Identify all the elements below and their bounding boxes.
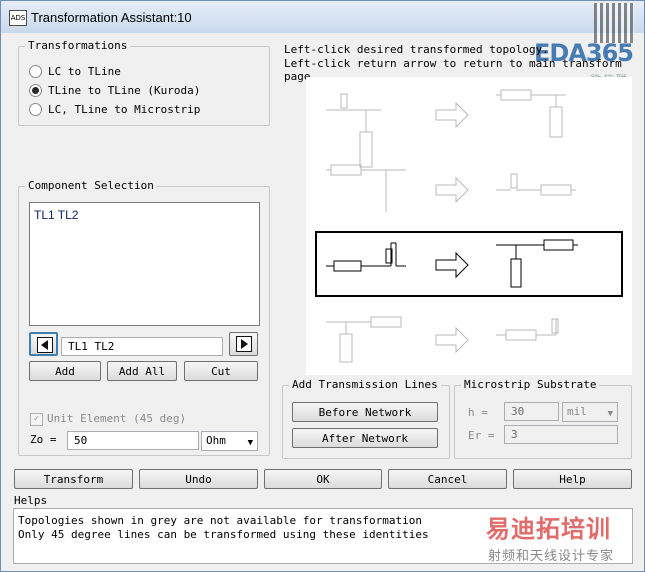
radio-circle-icon [29,102,42,116]
unit-element-checkbox[interactable]: ✓ [30,413,43,426]
radio-selected-icon [29,83,42,97]
microstrip-substrate-group: Microstrip Substrate [454,378,632,459]
qr-code-icon [594,3,634,43]
radio-tline-to-tline-kuroda[interactable]: TLine to TLine (Kuroda) [29,82,200,98]
watermark-training: 易迪拓培训 射频和天线设计专家 [486,515,615,564]
title-bar: ADS Transformation Assistant:10 EDA365 微… [1,1,644,102]
before-network-button[interactable]: Before Network [292,402,438,422]
zo-unit-select[interactable]: Ohm ▼ [201,431,258,451]
h-label: h = [468,406,488,419]
radio-lc-to-tline[interactable]: LC to TLine [29,63,121,79]
after-network-button[interactable]: After Network [292,428,438,448]
unit-element-label: Unit Element (45 deg) [47,412,187,425]
radio-lc-tline-to-microstrip[interactable]: LC, TLine to Microstrip [29,101,200,117]
move-left-button[interactable] [29,332,58,356]
component-listbox[interactable]: TL1 TL2 [29,202,260,326]
cut-button[interactable]: Cut [184,361,258,381]
topology-diagrams [315,89,623,363]
helps-label: Helps [14,494,48,507]
cancel-button[interactable]: Cancel [388,469,507,489]
add-all-button[interactable]: Add All [107,361,177,381]
help-line: Only 45 degree lines can be transformed … [18,528,429,541]
er-input[interactable]: 3 [504,425,618,444]
window-title: Transformation Assistant:10 [31,10,192,25]
chevron-down-icon: ▼ [607,409,613,419]
radio-circle-icon [29,64,42,78]
undo-button[interactable]: Undo [139,469,258,489]
transformation-assistant-window: ADS Transformation Assistant:10 EDA365 微… [0,0,645,572]
transformations-group: Transformations LC to TLine TLine to TLi… [18,39,270,126]
app-icon: ADS [9,10,27,26]
topology-canvas[interactable] [306,77,632,375]
selected-components-field[interactable]: TL1 TL2 [61,337,223,356]
zo-label: Zo = [30,433,57,446]
h-input[interactable]: 30 [504,402,559,421]
help-button[interactable]: Help [513,469,632,489]
instruction-line-1: Left-click desired transformed topology. [284,43,549,56]
zo-input[interactable]: 50 [67,431,199,450]
h-unit-select[interactable]: mil ▼ [562,402,618,422]
ok-button[interactable]: OK [264,469,382,489]
add-button[interactable]: Add [29,361,101,381]
er-label: Er = [468,429,495,442]
arrow-left-icon [41,340,48,350]
arrow-right-icon [241,339,248,349]
list-item[interactable]: TL1 TL2 [34,208,78,222]
help-line: Topologies shown in grey are not availab… [18,514,422,527]
move-right-button[interactable] [229,332,258,356]
transform-button[interactable]: Transform [14,469,133,489]
chevron-down-icon: ▼ [247,438,253,448]
